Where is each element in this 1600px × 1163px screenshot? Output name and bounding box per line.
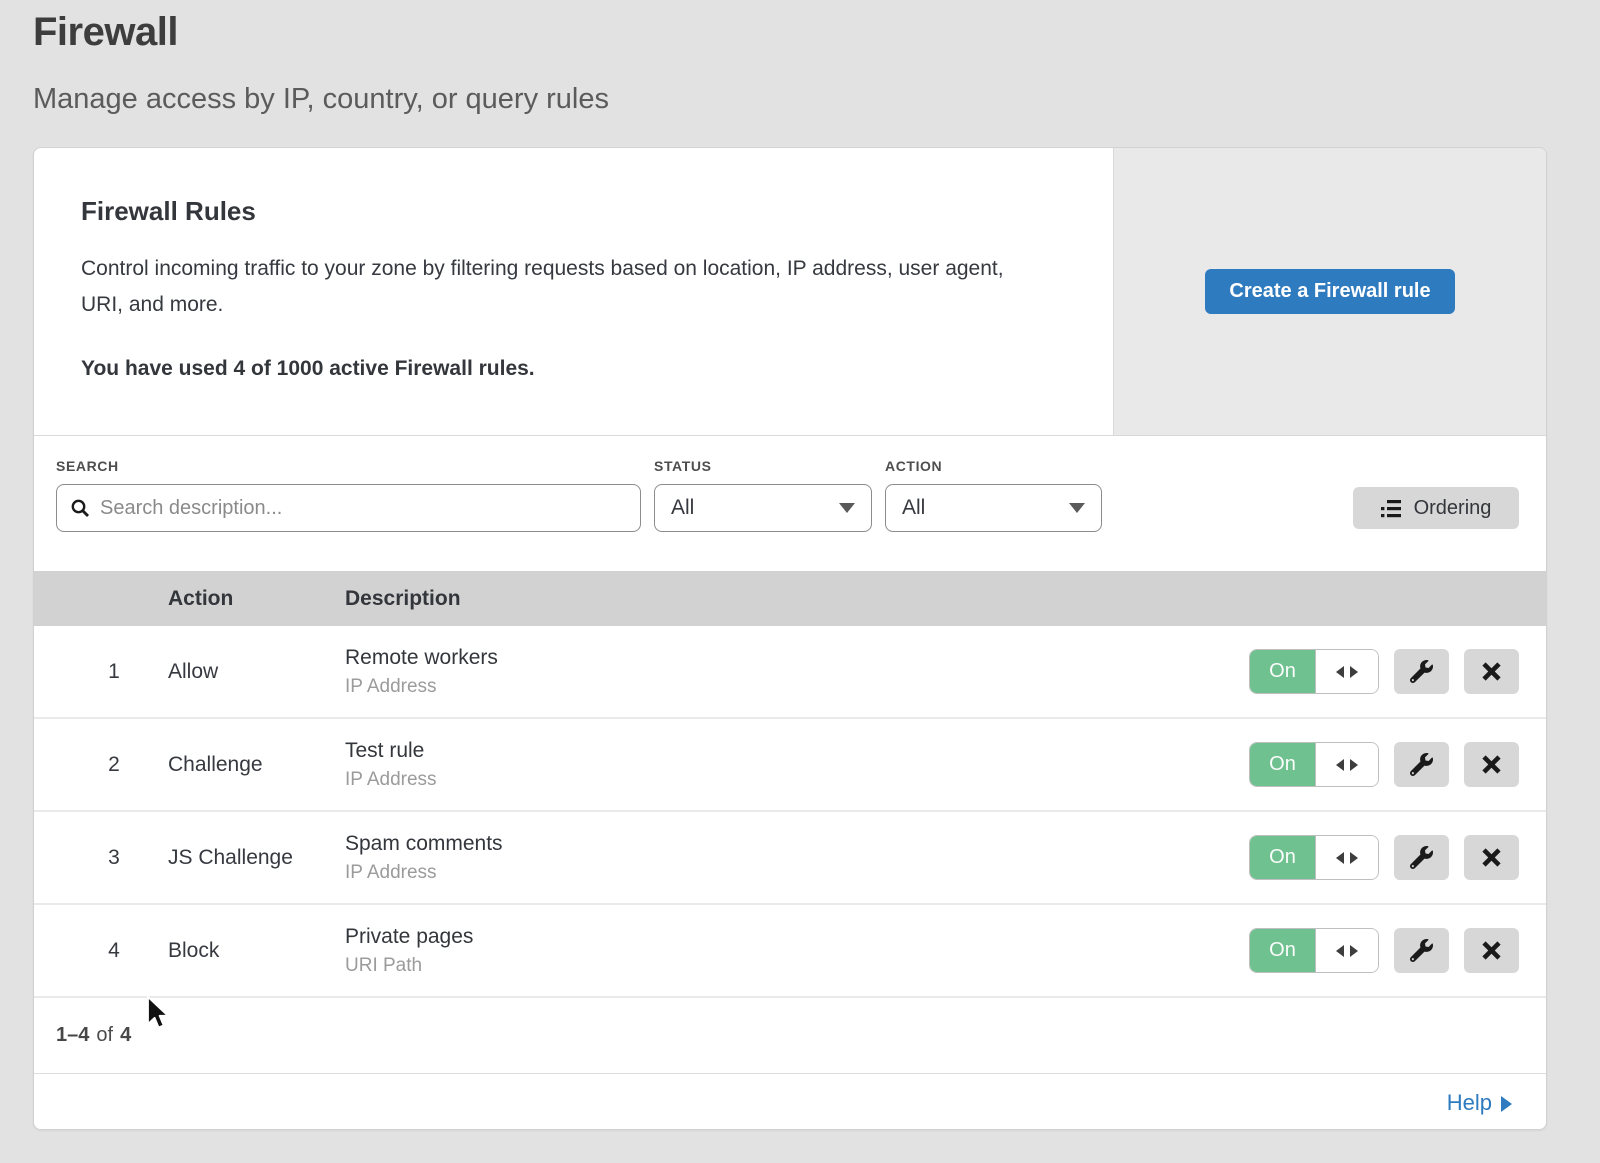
- table-row: 4 Block Private pages URI Path On: [34, 905, 1546, 998]
- toggle-arrows-icon: [1316, 650, 1378, 693]
- rule-action: Allow: [168, 660, 345, 684]
- toggle-on-label: On: [1250, 929, 1316, 972]
- rule-enabled-toggle[interactable]: On: [1249, 649, 1379, 694]
- rule-description: Remote workers: [345, 646, 1249, 670]
- edit-rule-button[interactable]: [1394, 835, 1449, 880]
- rule-controls: On: [1249, 742, 1519, 787]
- column-header-description: Description: [345, 587, 1546, 611]
- rule-action: JS Challenge: [168, 846, 345, 870]
- rule-match-type: IP Address: [345, 676, 1249, 698]
- delete-rule-button[interactable]: [1464, 649, 1519, 694]
- rule-description: Spam comments: [345, 832, 1249, 856]
- delete-rule-button[interactable]: [1464, 835, 1519, 880]
- delete-rule-button[interactable]: [1464, 928, 1519, 973]
- edit-rule-button[interactable]: [1394, 742, 1449, 787]
- rule-match-type: IP Address: [345, 862, 1249, 884]
- page-title: Firewall: [33, 10, 1600, 55]
- rule-match-type: URI Path: [345, 955, 1249, 977]
- ordering-button-label: Ordering: [1414, 497, 1492, 520]
- wrench-icon: [1410, 660, 1433, 683]
- rule-priority: 3: [34, 846, 168, 870]
- action-select[interactable]: All: [885, 484, 1102, 532]
- section-heading: Firewall Rules: [81, 196, 1066, 227]
- chevron-down-icon: [1069, 503, 1085, 513]
- table-header: Action Description: [34, 571, 1546, 626]
- rule-action: Block: [168, 939, 345, 963]
- rule-description-cell: Spam comments IP Address: [345, 832, 1249, 884]
- usage-note: You have used 4 of 1000 active Firewall …: [81, 357, 1066, 381]
- delete-rule-button[interactable]: [1464, 742, 1519, 787]
- action-select-value: All: [902, 496, 925, 520]
- help-link-label: Help: [1447, 1090, 1492, 1116]
- ordered-list-icon: [1381, 499, 1402, 518]
- intro-section: Firewall Rules Control incoming traffic …: [34, 148, 1546, 436]
- table-row: 3 JS Challenge Spam comments IP Address …: [34, 812, 1546, 905]
- section-description: Control incoming traffic to your zone by…: [81, 251, 1041, 323]
- toggle-on-label: On: [1250, 650, 1316, 693]
- toggle-on-label: On: [1250, 743, 1316, 786]
- rule-enabled-toggle[interactable]: On: [1249, 835, 1379, 880]
- page-header: Firewall Manage access by IP, country, o…: [0, 0, 1600, 116]
- table-row: 2 Challenge Test rule IP Address On: [34, 719, 1546, 812]
- ordering-button[interactable]: Ordering: [1353, 487, 1519, 529]
- search-box[interactable]: [56, 484, 641, 532]
- search-input[interactable]: [100, 497, 626, 520]
- action-label: ACTION: [885, 458, 942, 474]
- wrench-icon: [1410, 753, 1433, 776]
- filters-bar: SEARCH STATUS All ACTION All: [34, 436, 1546, 571]
- pagination-range: 1–4: [56, 1024, 89, 1047]
- rule-controls: On: [1249, 928, 1519, 973]
- close-icon: [1481, 940, 1502, 961]
- table-body: 1 Allow Remote workers IP Address On: [34, 626, 1546, 998]
- wrench-icon: [1410, 939, 1433, 962]
- card-footer: Help: [34, 1073, 1546, 1130]
- page-subtitle: Manage access by IP, country, or query r…: [33, 83, 1600, 116]
- firewall-rules-card: Firewall Rules Control incoming traffic …: [33, 147, 1547, 1130]
- status-label: STATUS: [654, 458, 712, 474]
- toggle-arrows-icon: [1316, 743, 1378, 786]
- rule-description-cell: Private pages URI Path: [345, 925, 1249, 977]
- toggle-arrows-icon: [1316, 836, 1378, 879]
- search-icon: [71, 499, 90, 518]
- edit-rule-button[interactable]: [1394, 928, 1449, 973]
- status-select-value: All: [671, 496, 694, 520]
- rule-description-cell: Test rule IP Address: [345, 739, 1249, 791]
- chevron-down-icon: [839, 503, 855, 513]
- rule-priority: 4: [34, 939, 168, 963]
- status-select[interactable]: All: [654, 484, 872, 532]
- wrench-icon: [1410, 846, 1433, 869]
- rule-description: Private pages: [345, 925, 1249, 949]
- pagination-total: 4: [120, 1024, 131, 1047]
- close-icon: [1481, 661, 1502, 682]
- toggle-on-label: On: [1250, 836, 1316, 879]
- table-row: 1 Allow Remote workers IP Address On: [34, 626, 1546, 719]
- help-link[interactable]: Help: [1447, 1090, 1512, 1116]
- column-header-action: Action: [168, 587, 345, 611]
- edit-rule-button[interactable]: [1394, 649, 1449, 694]
- create-firewall-rule-button[interactable]: Create a Firewall rule: [1205, 269, 1454, 314]
- rule-match-type: IP Address: [345, 769, 1249, 791]
- rule-enabled-toggle[interactable]: On: [1249, 928, 1379, 973]
- toggle-arrows-icon: [1316, 929, 1378, 972]
- chevron-right-icon: [1501, 1096, 1512, 1112]
- close-icon: [1481, 754, 1502, 775]
- rule-description-cell: Remote workers IP Address: [345, 646, 1249, 698]
- pagination: 1–4 of 4: [34, 998, 1546, 1073]
- rule-priority: 2: [34, 753, 168, 777]
- rule-controls: On: [1249, 649, 1519, 694]
- rule-enabled-toggle[interactable]: On: [1249, 742, 1379, 787]
- close-icon: [1481, 847, 1502, 868]
- pagination-separator: of: [96, 1024, 113, 1047]
- rule-priority: 1: [34, 660, 168, 684]
- rule-description: Test rule: [345, 739, 1249, 763]
- rule-controls: On: [1249, 835, 1519, 880]
- rule-action: Challenge: [168, 753, 345, 777]
- search-label: SEARCH: [56, 458, 119, 474]
- create-rule-panel: Create a Firewall rule: [1113, 148, 1546, 435]
